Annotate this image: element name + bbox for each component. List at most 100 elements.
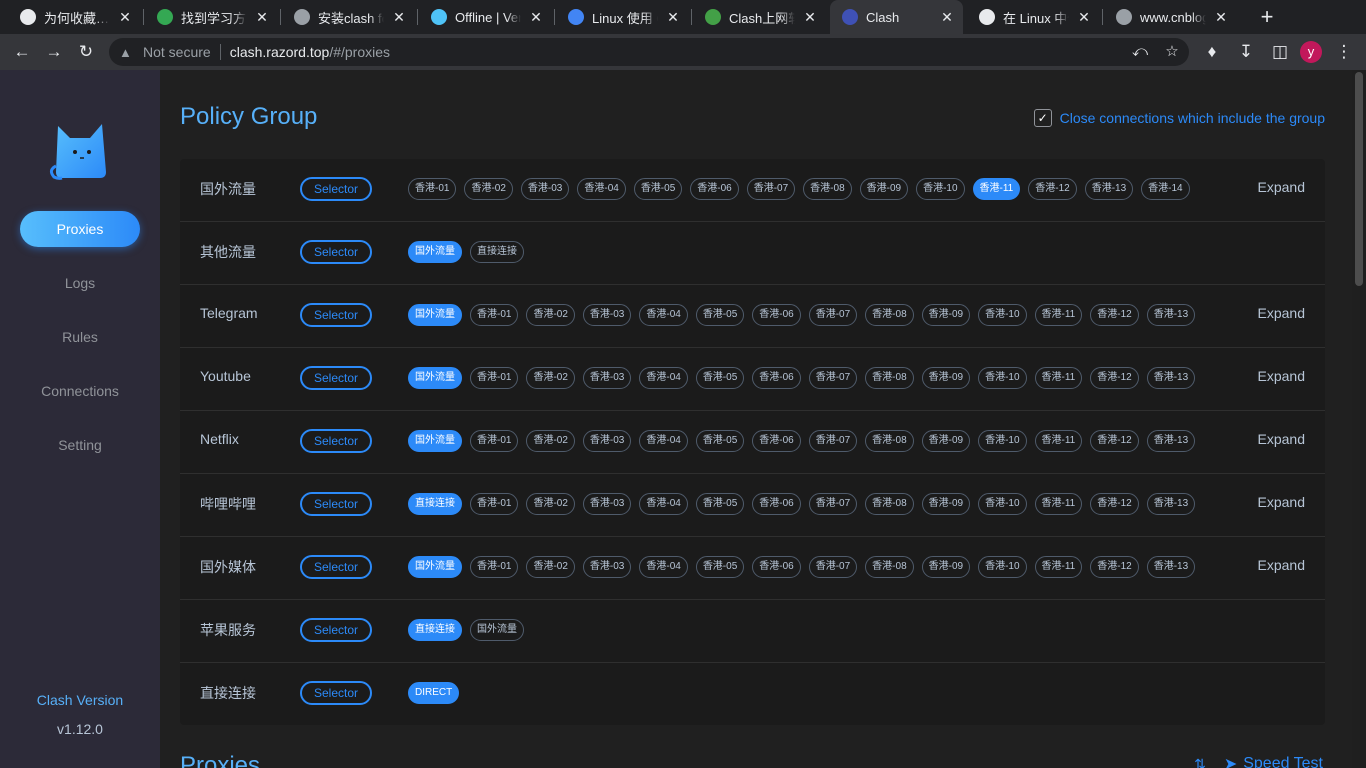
proxy-tag[interactable]: 香港-13 [1084,178,1134,200]
close-connections-checkbox[interactable]: ✓ [1033,109,1052,127]
proxy-tag[interactable]: 香港-05 [695,304,745,326]
proxy-tag[interactable]: 国外流量 [408,304,462,326]
address-bar[interactable]: ▲ Not secure clash.razord.top/#/proxies … [109,38,1189,66]
proxy-tag[interactable]: 香港-04 [639,304,688,326]
proxy-tag[interactable]: 香港-05 [695,430,745,452]
browser-tab[interactable]: Offline | Vercel ✕ [419,0,552,34]
extensions-puzzle-icon[interactable]: ♦ [1200,40,1224,64]
expand-button[interactable]: Expand [1258,368,1305,384]
proxy-tag[interactable]: 香港-04 [639,493,688,515]
nav-item-logs[interactable]: Logs [20,265,140,301]
proxy-tag[interactable]: 香港-11 [1034,430,1083,452]
proxy-tag[interactable]: 香港-09 [921,367,971,389]
proxy-tag[interactable]: 直接连接 [408,493,462,515]
tab-close-icon[interactable]: ✕ [802,9,818,25]
proxy-tag[interactable]: 香港-09 [921,556,971,578]
proxy-tag[interactable]: 香港-05 [695,367,745,389]
proxy-tag[interactable]: 香港-06 [752,556,801,578]
proxy-tag[interactable]: 香港-07 [808,304,858,326]
browser-tab[interactable]: 安装clash fo ✕ [282,0,415,34]
proxy-tag[interactable]: 香港-01 [470,367,519,389]
proxy-tag[interactable]: 香港-13 [1146,367,1196,389]
browser-tab[interactable]: Clash上网软件 ✕ [693,0,826,34]
proxy-tag[interactable]: 香港-04 [639,367,688,389]
proxy-tag[interactable]: 香港-02 [526,430,575,452]
proxy-tag[interactable]: 香港-09 [921,493,971,515]
proxy-tag[interactable]: 国外流量 [408,556,462,578]
sort-icon[interactable]: ⇅ [1194,756,1206,768]
proxy-tag[interactable]: 香港-10 [978,556,1027,578]
tab-close-icon[interactable]: ✕ [391,9,407,25]
new-tab-button[interactable]: + [1256,6,1278,28]
proxy-tag[interactable]: 香港-09 [921,304,971,326]
proxy-tag[interactable]: 香港-03 [582,304,632,326]
proxy-tag[interactable]: 香港-02 [526,556,575,578]
proxy-tag[interactable]: 香港-07 [746,178,796,200]
proxy-tag[interactable]: 香港-11 [1034,493,1083,515]
proxy-tag[interactable]: 香港-08 [803,178,852,200]
tab-close-icon[interactable]: ✕ [665,9,681,25]
download-icon[interactable]: ↧ [1234,40,1258,64]
browser-menu-icon[interactable]: ⋮ [1332,40,1356,64]
profile-avatar[interactable]: y [1300,41,1322,63]
proxy-tag[interactable]: 香港-05 [633,178,683,200]
browser-tab[interactable]: Linux 使用 C ✕ [556,0,689,34]
proxy-tag[interactable]: 香港-06 [752,430,801,452]
proxy-tag[interactable]: 香港-03 [582,493,632,515]
proxy-tag[interactable]: 国外流量 [408,367,462,389]
proxy-tag[interactable]: 香港-03 [582,430,632,452]
reload-icon[interactable]: ↻ [74,40,98,64]
expand-button[interactable]: Expand [1258,179,1305,195]
proxy-tag[interactable]: 香港-03 [520,178,570,200]
proxy-tag[interactable]: 国外流量 [408,241,462,263]
proxy-tag[interactable]: 香港-01 [408,178,457,200]
proxy-tag[interactable]: 香港-12 [1090,304,1139,326]
proxy-tag[interactable]: 香港-11 [972,178,1021,200]
proxy-tag[interactable]: 香港-05 [695,493,745,515]
proxy-tag[interactable]: DIRECT [408,682,460,704]
proxy-tag[interactable]: 香港-07 [808,430,858,452]
proxy-tag[interactable]: 香港-09 [859,178,909,200]
proxy-tag[interactable]: 香港-01 [470,430,519,452]
proxy-tag[interactable]: 香港-12 [1090,556,1139,578]
browser-tab[interactable]: 找到学习方向 ✕ [145,0,278,34]
side-panel-icon[interactable]: ◫ [1268,40,1292,64]
proxy-tag[interactable]: 香港-08 [865,493,914,515]
nav-item-proxies[interactable]: Proxies [20,211,140,247]
proxy-tag[interactable]: 香港-12 [1090,367,1139,389]
proxy-tag[interactable]: 香港-13 [1146,556,1196,578]
browser-tab[interactable]: 在 Linux 中使 ✕ [967,0,1100,34]
nav-item-rules[interactable]: Rules [20,319,140,355]
proxy-tag[interactable]: 香港-06 [752,493,801,515]
expand-button[interactable]: Expand [1258,305,1305,321]
page-scrollbar[interactable] [1352,70,1366,768]
proxy-tag[interactable]: 香港-13 [1146,430,1196,452]
proxy-tag[interactable]: 香港-02 [526,304,575,326]
proxy-tag[interactable]: 香港-13 [1146,304,1196,326]
proxy-tag[interactable]: 直接连接 [470,241,524,263]
proxy-tag[interactable]: 香港-12 [1090,430,1139,452]
proxy-tag[interactable]: 香港-08 [865,556,914,578]
proxy-tag[interactable]: 香港-07 [808,556,858,578]
nav-item-setting[interactable]: Setting [20,427,140,463]
proxy-tag[interactable]: 香港-08 [865,430,914,452]
proxy-tag[interactable]: 香港-12 [1090,493,1139,515]
proxy-tag[interactable]: 香港-07 [808,493,858,515]
browser-tab[interactable]: Clash ✕ [830,0,963,34]
proxy-tag[interactable]: 香港-11 [1034,304,1083,326]
proxy-tag[interactable]: 香港-10 [978,304,1027,326]
proxy-tag[interactable]: 香港-06 [752,304,801,326]
back-arrow-icon[interactable]: ← [10,40,34,64]
proxy-tag[interactable]: 香港-06 [752,367,801,389]
tab-close-icon[interactable]: ✕ [528,9,544,25]
browser-tab[interactable]: 为何收藏… ✕ [8,0,141,34]
proxy-tag[interactable]: 香港-02 [526,367,575,389]
share-icon[interactable]: ⤺ [1128,40,1152,64]
proxy-tag[interactable]: 香港-04 [577,178,626,200]
tab-close-icon[interactable]: ✕ [117,9,133,25]
proxy-tag[interactable]: 香港-01 [470,556,519,578]
proxy-tag[interactable]: 国外流量 [408,430,462,452]
expand-button[interactable]: Expand [1258,557,1305,573]
proxy-tag[interactable]: 香港-12 [1028,178,1077,200]
speed-test-button[interactable]: ⇅ ➤ Speed Test [1194,754,1323,768]
